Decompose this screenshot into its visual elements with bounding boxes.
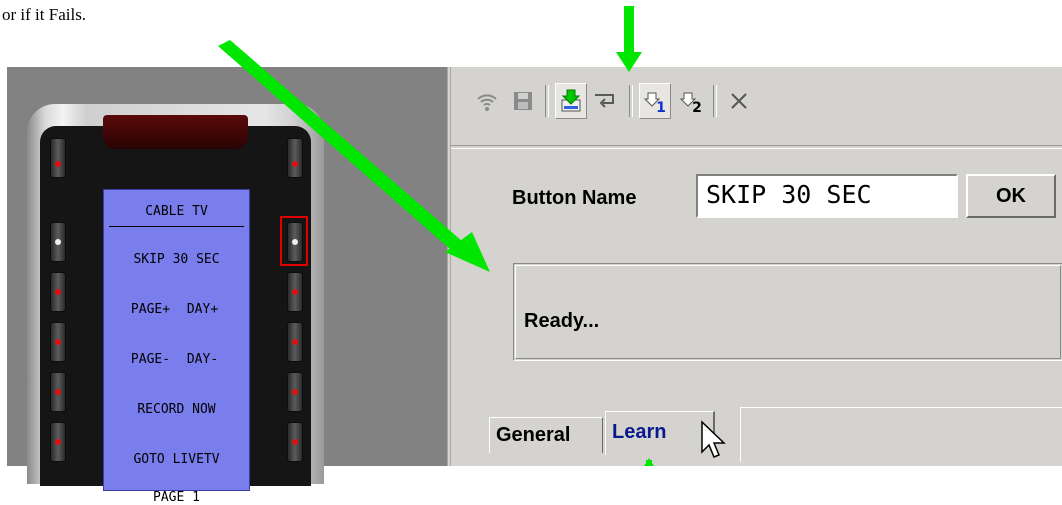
remote-lcd-screen: CABLE TV SKIP 30 SEC PAGE+ DAY+ PAGE- DAY-…: [103, 189, 250, 505]
tab-frame-left: [740, 407, 741, 462]
lcd-label-page-down: PAGE-: [130, 352, 171, 367]
remote-right-button-4[interactable]: [287, 372, 303, 412]
remote-face: CABLE TV SKIP 30 SEC PAGE+ DAY+ PAGE- DAY-…: [40, 115, 311, 505]
toolbar-divider: [451, 145, 1062, 149]
lcd-title: CABLE TV: [145, 204, 208, 219]
caption-text: or if it Fails.: [2, 5, 87, 24]
learn-2-icon[interactable]: 2: [675, 83, 707, 119]
status-panel-inner: Ready...: [515, 265, 1061, 359]
redirect-icon[interactable]: [591, 83, 623, 119]
tab-frame-top: [741, 407, 1062, 410]
remote-left-button-1[interactable]: [50, 222, 66, 262]
remote-right-button-2[interactable]: [287, 272, 303, 312]
selected-button-highlight: [280, 216, 308, 266]
button-name-input[interactable]: SKIP 30 SEC: [696, 174, 958, 218]
wifi-icon[interactable]: [471, 83, 503, 119]
lcd-label-day-up: DAY+: [186, 302, 219, 317]
lcd-row-goto-live[interactable]: GOTO LIVETV: [104, 452, 249, 467]
status-panel: Ready...: [513, 263, 1062, 361]
remote-left-button-2[interactable]: [50, 272, 66, 312]
save-icon[interactable]: [507, 83, 539, 119]
arrow-toolbar-icon: [616, 6, 642, 72]
lcd-row-page-day-up[interactable]: PAGE+ DAY+: [104, 302, 249, 317]
lcd-divider: [109, 226, 244, 227]
remote-right-button-5[interactable]: [287, 422, 303, 462]
learn-1-label: 1: [656, 100, 666, 116]
status-text: Ready...: [524, 310, 600, 332]
remote-power-button-right[interactable]: [287, 138, 303, 178]
tab-general[interactable]: General: [489, 417, 603, 453]
learn-window: 1 2 Button Name SKIP 30 SEC OK Ready... …: [447, 67, 1062, 466]
remote-left-button-5[interactable]: [50, 422, 66, 462]
lcd-label-page-up: PAGE+: [130, 302, 171, 317]
toolbar-separator: [713, 85, 717, 117]
delete-icon[interactable]: [723, 83, 755, 119]
lcd-label-day-down: DAY-: [186, 352, 219, 367]
toolbar-separator: [545, 85, 549, 117]
toolbar: 1 2: [471, 79, 759, 123]
remote-preview-panel: CABLE TV SKIP 30 SEC PAGE+ DAY+ PAGE- DAY-…: [7, 67, 447, 505]
button-name-label: Button Name: [512, 187, 637, 209]
tab-strip: General Learn: [481, 403, 1062, 466]
mouse-cursor-icon: [701, 420, 726, 458]
remote-left-button-4[interactable]: [50, 372, 66, 412]
lcd-row-record[interactable]: RECORD NOW: [104, 402, 249, 417]
remote-left-button-3[interactable]: [50, 322, 66, 362]
learn-1-icon[interactable]: 1: [639, 83, 671, 119]
lcd-row-skip[interactable]: SKIP 30 SEC: [104, 252, 249, 267]
remote-device: CABLE TV SKIP 30 SEC PAGE+ DAY+ PAGE- DAY-…: [27, 104, 324, 505]
ok-button[interactable]: OK: [966, 174, 1056, 218]
lcd-row-page-day-down[interactable]: PAGE- DAY-: [104, 352, 249, 367]
learn-2-label: 2: [692, 100, 702, 116]
tab-learn[interactable]: Learn: [605, 411, 715, 455]
ir-window: [103, 115, 248, 149]
download-learn-icon[interactable]: [555, 83, 587, 119]
remote-right-button-3[interactable]: [287, 322, 303, 362]
lcd-row-page1[interactable]: PAGE 1: [104, 490, 249, 505]
toolbar-separator: [629, 85, 633, 117]
remote-power-button-left[interactable]: [50, 138, 66, 178]
